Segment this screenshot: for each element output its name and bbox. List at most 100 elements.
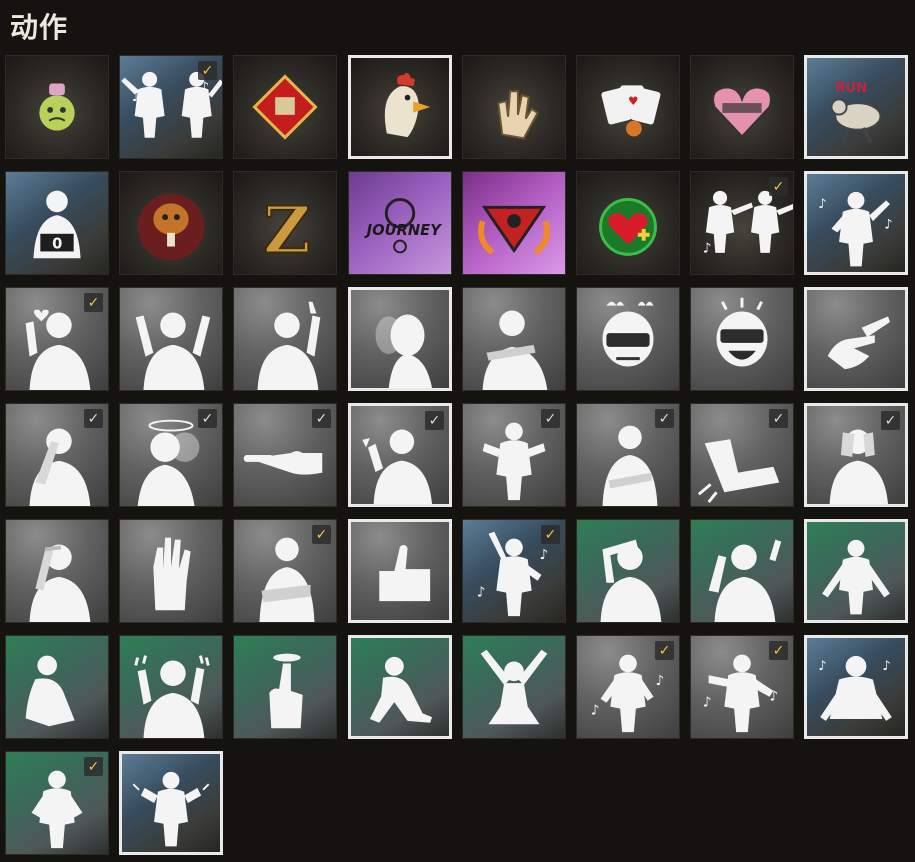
emote-tile-journey[interactable]: JOURNEY [348, 171, 452, 275]
svg-text:♪: ♪ [703, 695, 712, 711]
equipped-check-icon: ✓ [881, 411, 900, 430]
emote-tile-cards[interactable]: ♥ [576, 55, 680, 159]
emote-tile-shrug-one[interactable]: ✓ [348, 403, 452, 507]
emote-tile-dance-twist[interactable]: ♪ ♪ ✓ [576, 635, 680, 739]
emote-tile-salute[interactable] [5, 519, 109, 623]
equipped-check-icon: ✓ [769, 177, 788, 196]
emote-tile-kick[interactable]: ✓ [690, 403, 794, 507]
equipped-check-icon: ✓ [198, 61, 217, 80]
emote-tile-cover-face[interactable]: ✓ [804, 403, 908, 507]
fire-emblem-icon [478, 205, 550, 255]
emote-tile-red-diamond-badge[interactable] [233, 55, 337, 159]
heart-plus-icon [599, 197, 657, 256]
svg-text:♪: ♪ [760, 189, 769, 205]
emote-tile-dance-duo[interactable]: ♪ ♪ ✓ [119, 55, 223, 159]
emote-tile-dizzy[interactable]: ✓ [119, 403, 223, 507]
emote-tile-stop-hand[interactable] [119, 519, 223, 623]
emote-tile-facepalm[interactable]: ✓ [5, 403, 109, 507]
red-diamond-sign-icon [252, 74, 318, 140]
letter-z-icon: Z [262, 191, 311, 269]
emote-tile-run-chicken[interactable]: RUN [804, 55, 908, 159]
equipped-check-icon: ✓ [425, 411, 444, 430]
finger-twirl-icon [269, 653, 303, 729]
emote-tile-dance-point[interactable]: ♪ ♪ ✓ [690, 171, 794, 275]
equipped-check-icon: ✓ [198, 409, 217, 428]
equipped-check-icon: ✓ [541, 525, 560, 544]
hand-gesture-sticker-icon [497, 90, 539, 140]
tile-label: 0 [52, 236, 62, 253]
emote-tile-head-turn[interactable] [348, 287, 452, 391]
equipped-check-icon: ✓ [655, 409, 674, 428]
emote-tile-winner-chicken[interactable] [119, 171, 223, 275]
rock-on-icon [134, 655, 210, 738]
screaming-chicken-icon [384, 72, 431, 138]
open-arms-icon [822, 539, 890, 615]
crybaby-heart-icon [712, 86, 772, 138]
cartoon-potion-face-icon [39, 83, 75, 131]
equipped-check-icon: ✓ [84, 409, 103, 428]
emote-tile-flex-stand[interactable] [119, 751, 223, 855]
emote-tile-thumbs-up[interactable] [348, 519, 452, 623]
emote-tile-helmet-angry[interactable] [576, 287, 680, 391]
hair-flip-icon [600, 539, 662, 622]
svg-text:♪: ♪ [132, 89, 141, 105]
emote-tile-kneel-pray[interactable] [5, 635, 109, 739]
svg-text:♪: ♪ [591, 702, 600, 718]
running-chicken-icon: RUN [830, 81, 882, 144]
svg-text:♪: ♪ [200, 79, 209, 95]
emote-tile-sad[interactable]: ✓ [576, 403, 680, 507]
head-turn-icon [375, 314, 433, 388]
emote-tile-scorecard[interactable]: 0 [5, 171, 109, 275]
equipped-check-icon: ✓ [769, 409, 788, 428]
equipped-check-icon: ✓ [541, 409, 560, 428]
emote-tile-hips-stand[interactable]: ✓ [5, 751, 109, 855]
emote-tile-hands-up[interactable] [119, 287, 223, 391]
emote-tile-air-guitar[interactable]: ♪ ♪ [804, 171, 908, 275]
emote-tile-victory-kneel[interactable] [462, 635, 566, 739]
svg-text:♪: ♪ [769, 689, 778, 705]
svg-text:♪: ♪ [477, 585, 486, 601]
emote-tile-block[interactable] [690, 519, 794, 623]
emote-tile-floor-dance[interactable]: ♪ ♪ [804, 635, 908, 739]
emote-tile-flex-pose[interactable] [804, 519, 908, 623]
emote-tile-wave[interactable] [233, 287, 337, 391]
hands-up-icon [135, 312, 211, 390]
emote-tile-rock-on[interactable] [119, 635, 223, 739]
air-guitar-icon: ♪♪ [818, 191, 893, 267]
tile-label: RUN [835, 81, 867, 96]
emote-tile-dance-point-up[interactable]: ♪ ♪ ✓ [462, 519, 566, 623]
scorecard-person-icon: 0 [33, 190, 81, 259]
emote-tile-clap[interactable] [804, 287, 908, 391]
emote-tile-kneel[interactable] [348, 635, 452, 739]
emote-tile-heart-hand[interactable]: ✓ [5, 287, 109, 391]
svg-text:♪: ♪ [540, 547, 549, 563]
salute-icon [29, 544, 91, 622]
thumbs-up-icon [379, 544, 431, 602]
emote-tile-helmet-laugh[interactable] [690, 287, 794, 391]
tile-label: Z [263, 192, 310, 268]
emote-tile-hair-flip[interactable] [576, 519, 680, 623]
emote-tile-potion-face[interactable] [5, 55, 109, 159]
helmet-laugh-icon [716, 297, 768, 367]
emote-tile-fire-emblem[interactable] [462, 171, 566, 275]
emote-tile-chicken[interactable] [348, 55, 452, 159]
emote-tile-point[interactable]: ✓ [233, 403, 337, 507]
floor-dance-icon: ♪ ♪ [818, 655, 892, 721]
equipped-check-icon: ✓ [312, 525, 331, 544]
equipped-check-icon: ✓ [84, 293, 103, 312]
winner-drumstick-icon [137, 193, 205, 261]
clapping-hands-icon [827, 316, 890, 370]
emote-tile-shrug[interactable]: ✓ [462, 403, 566, 507]
page-title: 动作 [10, 11, 69, 44]
arm-block-icon [708, 539, 782, 622]
emote-tile-finger-twirl[interactable] [233, 635, 337, 739]
emote-tile-dance-wiggle[interactable]: ♪ ♪ ✓ [690, 635, 794, 739]
flex-stand-icon [132, 771, 210, 847]
emote-tile-arms-crossed[interactable]: ✓ [233, 519, 337, 623]
emote-tile-letter-z[interactable]: Z [233, 171, 337, 275]
emote-tile-hand-sticker[interactable] [462, 55, 566, 159]
emote-tile-heal-heart[interactable] [576, 171, 680, 275]
emote-tile-lean-rest[interactable] [462, 287, 566, 391]
playing-cards-icon: ♥ [601, 85, 661, 137]
emote-tile-crybaby[interactable] [690, 55, 794, 159]
